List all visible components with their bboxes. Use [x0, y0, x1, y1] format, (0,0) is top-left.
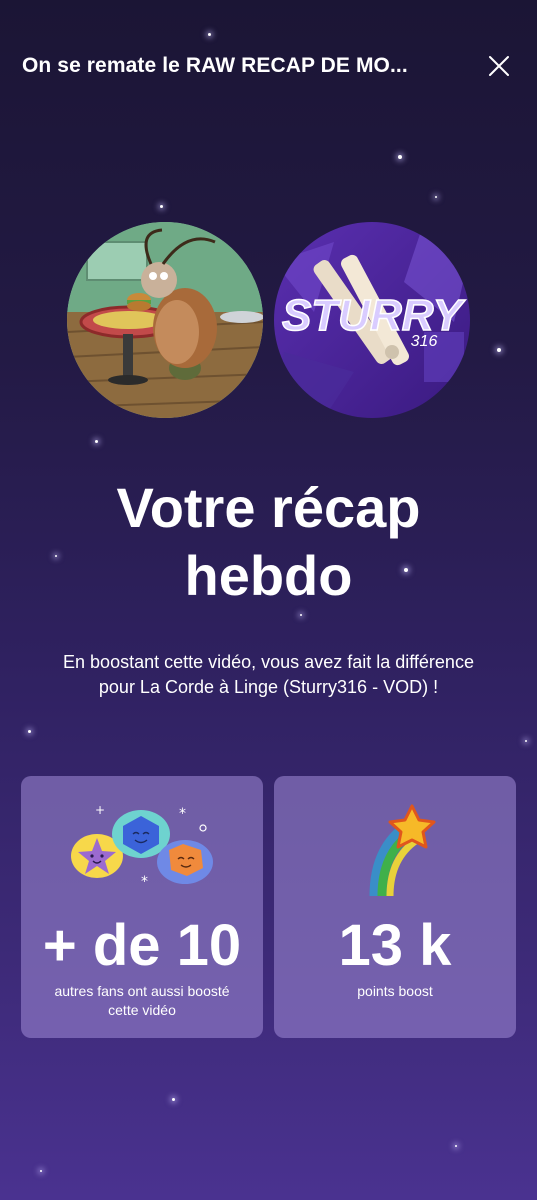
- recap-description-line2: pour La Corde à Linge (Sturry316 - VOD) …: [98, 677, 439, 697]
- fans-count-value: + de 10: [42, 913, 242, 978]
- svg-text:+: +: [95, 804, 105, 817]
- recap-description: En boostant cette vidéo, vous avez fait …: [20, 650, 517, 700]
- shooting-star-icon: [369, 804, 436, 896]
- recap-title: On se remate le RAW RECAP DE MO...: [22, 54, 408, 77]
- points-value: 13 k: [338, 913, 452, 978]
- svg-text:316: 316: [411, 333, 438, 350]
- recap-heading-line2: hebdo: [184, 544, 353, 607]
- svg-text:STURRY: STURRY: [282, 291, 466, 340]
- svg-text:*: *: [179, 806, 186, 822]
- svg-text:*: *: [141, 874, 148, 890]
- fans-stat-card: + * * + de 10 autres fans ont aussi boos…: [21, 776, 263, 1038]
- avatar-group: STURRY 316: [67, 222, 471, 418]
- points-label: points boost: [357, 983, 433, 999]
- fans-group-icon: + * *: [71, 804, 213, 890]
- fans-count-label: autres fans ont aussi boosté cette vidéo: [54, 983, 230, 1018]
- recap-description-line1: En boostant cette vidéo, vous avez fait …: [63, 652, 474, 672]
- header: On se remate le RAW RECAP DE MO...: [0, 0, 537, 130]
- recap-heading: Votre récap hebdo: [0, 474, 537, 610]
- user-avatar: [67, 222, 263, 418]
- close-icon[interactable]: [487, 54, 511, 78]
- points-stat-card: 13 k points boost: [274, 776, 516, 1038]
- channel-avatar: STURRY 316: [274, 222, 470, 418]
- recap-heading-line1: Votre récap: [116, 476, 421, 539]
